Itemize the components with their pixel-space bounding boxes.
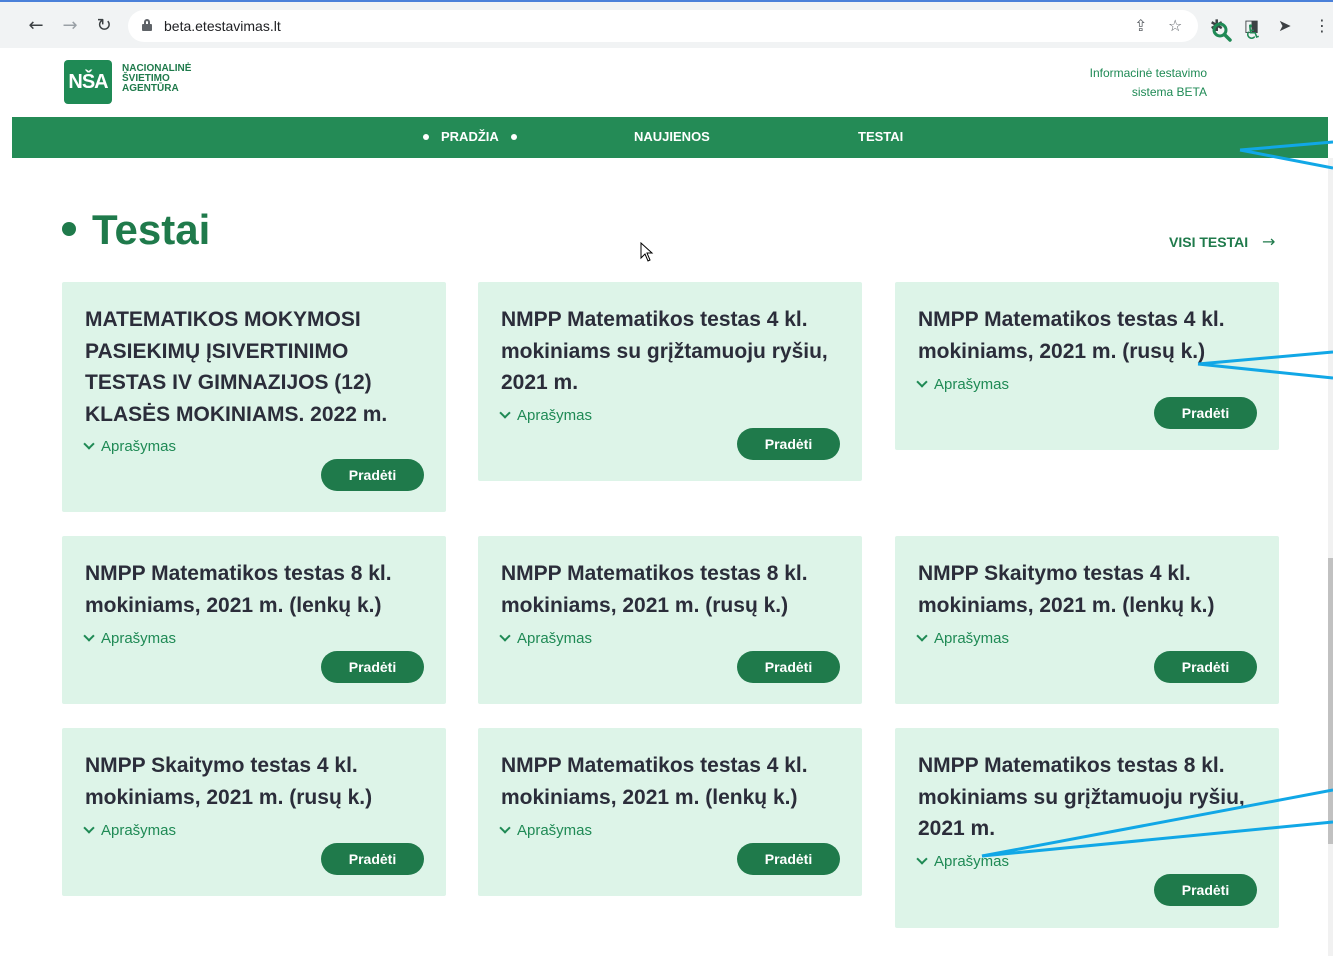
chevron-down-icon	[499, 630, 511, 642]
chevron-down-icon	[916, 853, 928, 865]
description-toggle[interactable]: Aprašymas	[916, 630, 1010, 647]
start-button[interactable]: Pradėti	[1154, 397, 1257, 429]
card-title: NMPP Skaitymo testas 4 kl. mokiniams, 20…	[918, 562, 1215, 617]
start-button[interactable]: Pradėti	[321, 843, 424, 875]
scrollbar-thumb[interactable]	[1328, 558, 1333, 844]
main-nav: PRADŽIA NAUJIENOS TESTAI	[12, 117, 1328, 158]
test-card: MATEMATIKOS MOKYMOSI PASIEKIMŲ ĮSIVERTIN…	[62, 282, 446, 512]
accessibility-icon[interactable]: ♿	[1244, 20, 1262, 44]
forward-arrow-icon[interactable]: →	[58, 14, 82, 38]
start-button[interactable]: Pradėti	[737, 843, 840, 875]
browser-menu-icon[interactable]: ⋮	[1314, 16, 1330, 35]
mouse-cursor-icon	[640, 242, 654, 262]
section-bullet	[62, 221, 76, 236]
back-arrow-icon[interactable]: ←	[24, 14, 48, 38]
start-button[interactable]: Pradėti	[321, 459, 424, 491]
description-label: Aprašymas	[101, 438, 177, 455]
browser-toolbar: ← → ↻ beta.etestavimas.lt ⇪ ☆ ✱ ◨ ➤ ⋮	[0, 0, 1333, 48]
test-card: NMPP Matematikos testas 8 kl. mokiniams …	[895, 728, 1279, 928]
card-title: NMPP Matematikos testas 8 kl. mokiniams,…	[501, 562, 808, 617]
description-toggle[interactable]: Aprašymas	[499, 630, 593, 647]
description-label: Aprašymas	[517, 630, 593, 647]
search-icon[interactable]	[1212, 22, 1232, 42]
description-label: Aprašymas	[934, 630, 1010, 647]
description-label: Aprašymas	[934, 853, 1010, 870]
description-label: Aprašymas	[517, 822, 593, 839]
description-toggle[interactable]: Aprašymas	[916, 853, 1010, 870]
test-card: NMPP Matematikos testas 8 kl. mokiniams,…	[62, 536, 446, 704]
chevron-down-icon	[916, 630, 928, 642]
test-card: NMPP Matematikos testas 4 kl. mokiniams,…	[478, 728, 862, 896]
description-toggle[interactable]: Aprašymas	[83, 438, 177, 455]
chevron-down-icon	[499, 822, 511, 834]
active-dot-left	[423, 133, 429, 140]
system-name-line-1: Informacinė testavimo	[1089, 66, 1207, 80]
test-card: NMPP Skaitymo testas 4 kl. mokiniams, 20…	[62, 728, 446, 896]
description-label: Aprašymas	[517, 407, 593, 424]
test-card: NMPP Skaitymo testas 4 kl. mokiniams, 20…	[895, 536, 1279, 704]
card-title: NMPP Matematikos testas 8 kl. mokiniams,…	[85, 562, 392, 617]
star-icon[interactable]: ☆	[1168, 16, 1182, 35]
chevron-down-icon	[83, 630, 95, 642]
nav-label: PRADŽIA	[441, 129, 499, 144]
reload-icon[interactable]: ↻	[92, 14, 116, 38]
card-title: MATEMATIKOS MOKYMOSI PASIEKIMŲ ĮSIVERTIN…	[85, 308, 388, 426]
card-title: NMPP Matematikos testas 4 kl. mokiniams,…	[501, 754, 808, 809]
start-button[interactable]: Pradėti	[1154, 651, 1257, 683]
card-title: NMPP Skaitymo testas 4 kl. mokiniams, 20…	[85, 754, 373, 809]
all-tests-link[interactable]: VISI TESTAI	[1169, 234, 1248, 250]
test-card: NMPP Matematikos testas 4 kl. mokiniams,…	[895, 282, 1279, 450]
nav-item-testai[interactable]: TESTAI	[858, 129, 903, 144]
chevron-down-icon	[499, 407, 511, 419]
arrow-right-icon[interactable]: →	[1262, 232, 1275, 251]
card-title: NMPP Matematikos testas 8 kl. mokiniams …	[918, 754, 1245, 840]
system-name: Informacinė testavimo sistema BETA	[1090, 64, 1207, 102]
nav-item-pradzia[interactable]: PRADŽIA	[411, 129, 529, 144]
start-button[interactable]: Pradėti	[737, 651, 840, 683]
start-button[interactable]: Pradėti	[1154, 874, 1257, 906]
card-title: NMPP Matematikos testas 4 kl. mokiniams …	[501, 308, 828, 394]
address-bar[interactable]: beta.etestavimas.lt ⇪ ☆	[128, 10, 1198, 42]
section-title: Testai	[62, 206, 210, 254]
chevron-down-icon	[916, 376, 928, 388]
card-title: NMPP Matematikos testas 4 kl. mokiniams,…	[918, 308, 1225, 363]
chevron-down-icon	[83, 438, 95, 450]
start-button[interactable]: Pradėti	[321, 651, 424, 683]
site-header: NŠA NACIONALINĖ ŠVIETIMO AGENTŪRA Inform…	[12, 48, 1328, 117]
start-button[interactable]: Pradėti	[737, 428, 840, 460]
nav-item-naujienos[interactable]: NAUJIENOS	[634, 129, 710, 144]
description-toggle[interactable]: Aprašymas	[916, 376, 1010, 393]
system-name-line-2: sistema BETA	[1131, 85, 1207, 99]
description-toggle[interactable]: Aprašymas	[83, 822, 177, 839]
share-icon[interactable]: ⇪	[1134, 16, 1147, 35]
description-label: Aprašymas	[101, 630, 177, 647]
chevron-down-icon	[83, 822, 95, 834]
logo-mark[interactable]: NŠA	[64, 60, 112, 104]
url-text: beta.etestavimas.lt	[164, 18, 281, 34]
test-card: NMPP Matematikos testas 8 kl. mokiniams,…	[478, 536, 862, 704]
logo-line-3: AGENTŪRA	[122, 83, 179, 94]
section-title-text: Testai	[92, 206, 211, 253]
description-toggle[interactable]: Aprašymas	[499, 407, 593, 424]
logo-text[interactable]: NACIONALINĖ ŠVIETIMO AGENTŪRA	[122, 64, 191, 94]
test-card: NMPP Matematikos testas 4 kl. mokiniams …	[478, 282, 862, 481]
lock-icon	[142, 19, 152, 31]
profile-extension-icon[interactable]: ➤	[1278, 16, 1291, 35]
description-toggle[interactable]: Aprašymas	[83, 630, 177, 647]
description-label: Aprašymas	[934, 376, 1010, 393]
description-toggle[interactable]: Aprašymas	[499, 822, 593, 839]
active-dot-right	[510, 133, 517, 140]
description-label: Aprašymas	[101, 822, 177, 839]
